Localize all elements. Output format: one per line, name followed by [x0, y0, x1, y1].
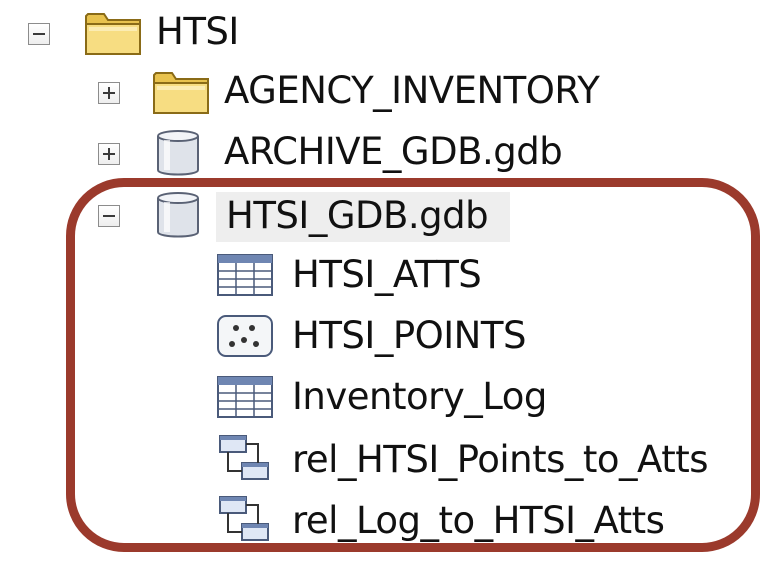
- geodatabase-icon: [157, 130, 199, 176]
- folder-icon: [153, 72, 209, 114]
- expand-toggle-archive-gdb[interactable]: [98, 143, 120, 165]
- catalog-tree: HTSI AGENCY_INVENTORY ARCHIVE_GDB.gdb HT…: [0, 0, 769, 561]
- collapse-toggle-htsi[interactable]: [28, 23, 50, 45]
- tree-item-label-archive-gdb[interactable]: ARCHIVE_GDB.gdb: [224, 128, 563, 176]
- expand-toggle-agency-inventory[interactable]: [98, 82, 120, 104]
- annotation-highlight-box: [66, 178, 760, 552]
- tree-item-label-htsi[interactable]: HTSI: [156, 8, 239, 56]
- folder-icon: [85, 13, 141, 55]
- tree-item-label-agency-inventory[interactable]: AGENCY_INVENTORY: [224, 67, 600, 115]
